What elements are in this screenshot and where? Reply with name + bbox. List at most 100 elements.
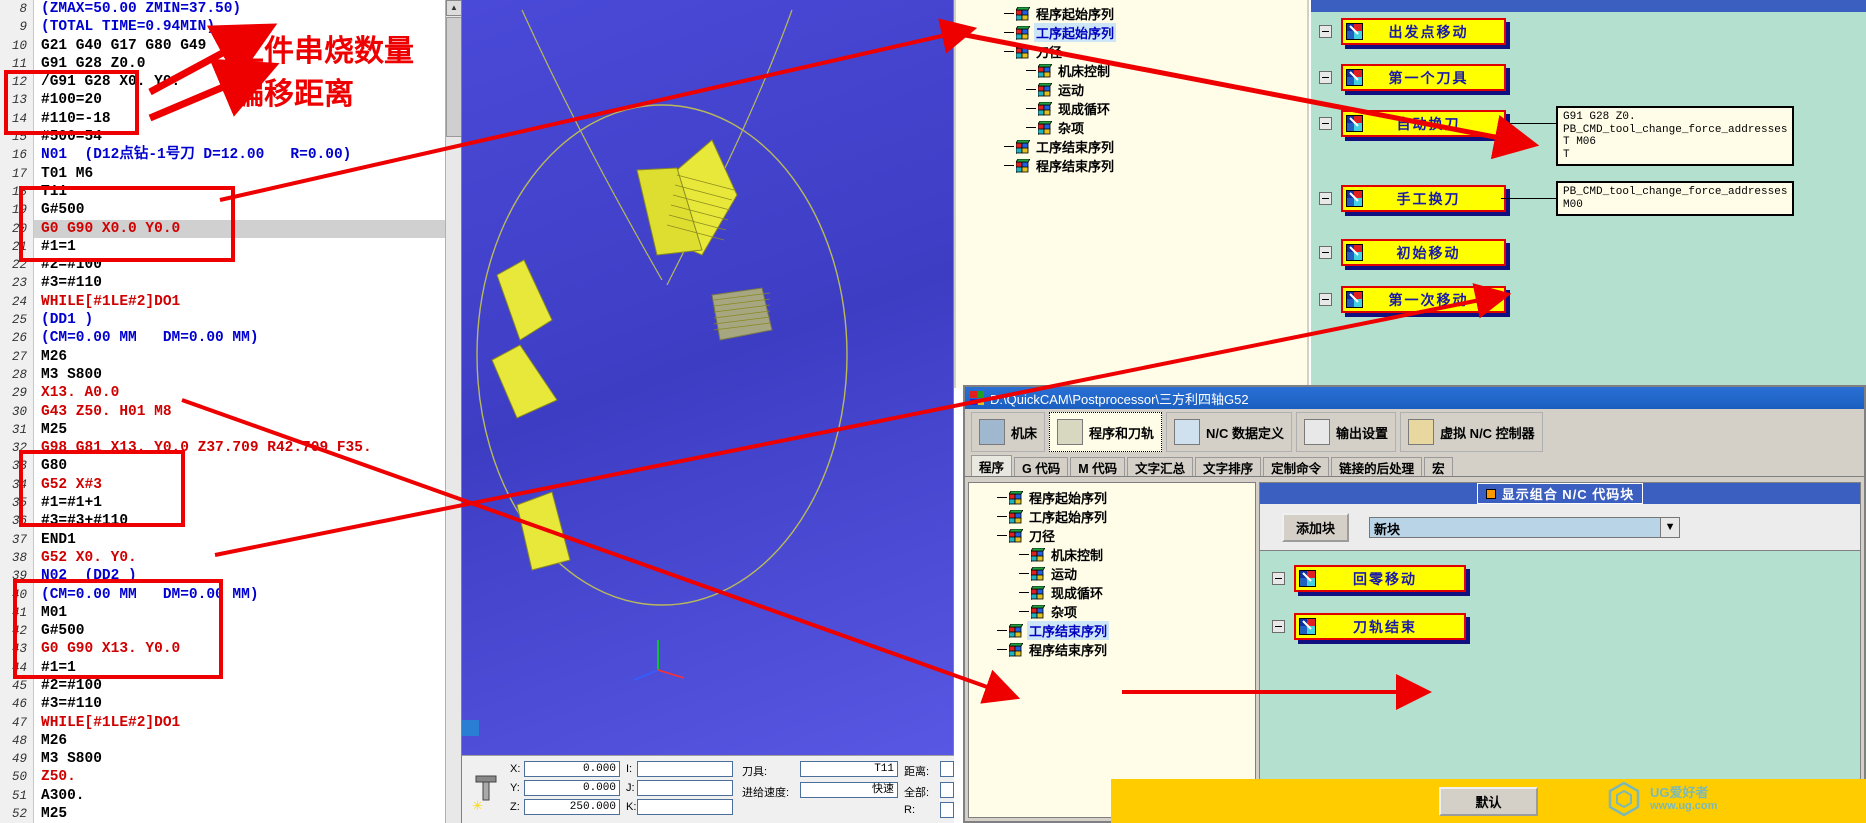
- toolbar-tab-3[interactable]: N/C 数据定义: [1166, 412, 1293, 452]
- postprocessor-titlebar[interactable]: D:\QuickCAM\Postprocessor\三方利四轴G52: [965, 387, 1864, 409]
- block-button[interactable]: 自动换刀: [1341, 110, 1506, 137]
- subtab-8[interactable]: 宏: [1424, 457, 1453, 476]
- collapse-icon[interactable]: [1272, 572, 1285, 585]
- gcode-line[interactable]: 29 X13. A0.0: [0, 384, 461, 403]
- block-controls[interactable]: 添加块 新块 ▼: [1260, 504, 1860, 550]
- gcode-line[interactable]: 24 WHILE[#1LE#2]DO1: [0, 292, 461, 312]
- toolbar-tab-4[interactable]: 输出设置: [1296, 412, 1397, 452]
- gcode-line[interactable]: 34 G52 X#3: [0, 475, 461, 495]
- toolbar-tab-5[interactable]: 虚拟 N/C 控制器: [1400, 412, 1543, 452]
- gcode-line[interactable]: 50 Z50.: [0, 768, 461, 787]
- gcode-line[interactable]: 19 G#500: [0, 201, 461, 220]
- subtab-7[interactable]: 链接的后处理: [1331, 457, 1423, 476]
- collapse-icon[interactable]: [1319, 192, 1332, 205]
- gcode-line[interactable]: 44 #1=1: [0, 658, 461, 677]
- collapse-icon[interactable]: [1319, 71, 1332, 84]
- gcode-line[interactable]: 14 #110=-18: [0, 109, 461, 129]
- gcode-line[interactable]: 13 #100=20: [0, 91, 461, 110]
- block-button[interactable]: 第一次移动: [1341, 286, 1506, 313]
- tree-item-0[interactable]: 程序起始序列: [956, 4, 1307, 23]
- block-button[interactable]: 刀轨结束: [1294, 613, 1466, 640]
- collapse-icon[interactable]: [1272, 620, 1285, 633]
- block-row[interactable]: 自动换刀: [1319, 110, 1506, 137]
- gcode-line[interactable]: 21 #1=1: [0, 237, 461, 257]
- block-combo[interactable]: 新块 ▼: [1369, 516, 1681, 538]
- gcode-line[interactable]: 18 T11: [0, 182, 461, 202]
- tree-item-2[interactable]: 刀径: [956, 42, 1307, 61]
- status-j-field[interactable]: [637, 780, 733, 796]
- gcode-line[interactable]: 42 G#500: [0, 622, 461, 641]
- 3d-toolpath-viewport[interactable]: [462, 0, 954, 823]
- status-k-field[interactable]: [637, 799, 733, 815]
- tree-item-7[interactable]: 工序结束序列: [969, 621, 1255, 640]
- status-distance-field[interactable]: [940, 761, 954, 777]
- status-all-field[interactable]: [940, 782, 954, 798]
- postprocessor-toolbar[interactable]: 机床 程序和刀轨 N/C 数据定义 输出设置 虚拟 N/C 控制器: [965, 409, 1864, 455]
- collapse-icon[interactable]: [1319, 293, 1332, 306]
- gcode-line[interactable]: 22 #2=#100: [0, 256, 461, 275]
- tree-item-1[interactable]: 工序起始序列: [956, 23, 1307, 42]
- tree-item-1[interactable]: 工序起始序列: [969, 507, 1255, 526]
- gcode-line[interactable]: 17 T01 M6: [0, 164, 461, 183]
- block-row[interactable]: 回零移动: [1272, 565, 1466, 592]
- gcode-line[interactable]: 51 A300.: [0, 786, 461, 806]
- gcode-line[interactable]: 31 M25: [0, 420, 461, 440]
- scrollbar-thumb[interactable]: [446, 17, 461, 137]
- gcode-line[interactable]: 20 G0 G90 X0.0 Y0.0: [0, 219, 461, 238]
- gcode-line[interactable]: 38 G52 X0. Y0.: [0, 548, 461, 568]
- status-x-field[interactable]: 0.000: [524, 761, 620, 777]
- subtab-6[interactable]: 定制命令: [1263, 457, 1330, 476]
- gcode-line[interactable]: 25 (DD1 ): [0, 311, 461, 330]
- tree-item-3[interactable]: 机床控制: [969, 545, 1255, 564]
- top-sequence-tree[interactable]: 程序起始序列 工序起始序列 刀径 机床控制 运动 现成循环 杂项 工序结束序列 程序结束序列: [954, 0, 1309, 388]
- gcode-line[interactable]: 33 G80: [0, 457, 461, 476]
- gcode-line-list[interactable]: 8 (ZMAX=50.00 ZMIN=37.50) 9 (TOTAL TIME=0.9…: [0, 0, 461, 823]
- tree-item-6[interactable]: 杂项: [969, 602, 1255, 621]
- gcode-line[interactable]: 8 (ZMAX=50.00 ZMIN=37.50): [0, 0, 461, 19]
- tree-item-8[interactable]: 程序结束序列: [956, 156, 1307, 175]
- chevron-down-icon[interactable]: ▼: [1661, 516, 1681, 538]
- block-row[interactable]: 第一个刀具: [1319, 64, 1506, 91]
- tree-item-2[interactable]: 刀径: [969, 526, 1255, 545]
- postprocessor-window[interactable]: D:\QuickCAM\Postprocessor\三方利四轴G52 机床 程序和…: [963, 385, 1866, 823]
- tree-item-6[interactable]: 杂项: [956, 118, 1307, 137]
- subtab-2[interactable]: G 代码: [1014, 457, 1069, 476]
- block-row[interactable]: 初始移动: [1319, 239, 1506, 266]
- toolbar-tab-1[interactable]: 机床: [971, 412, 1046, 452]
- block-button[interactable]: 回零移动: [1294, 565, 1466, 592]
- block-row[interactable]: 手工换刀: [1319, 185, 1506, 212]
- top-block-panel[interactable]: 出发点移动 第一个刀具 自动换刀 G91 G28 Z0. PB_CMD_tool_ch…: [1311, 0, 1866, 388]
- gcode-line[interactable]: 27 M26: [0, 347, 461, 366]
- tree-item-4[interactable]: 运动: [969, 564, 1255, 583]
- gcode-line[interactable]: 28 M3 S800: [0, 365, 461, 385]
- postprocessor-sequence-tree-list[interactable]: 程序起始序列 工序起始序列 刀径 机床控制 运动 现成循环 杂项 工序结束序列 程序结束序列: [969, 488, 1255, 659]
- gcode-editor[interactable]: 8 (ZMAX=50.00 ZMIN=37.50) 9 (TOTAL TIME=0.9…: [0, 0, 462, 823]
- collapse-icon[interactable]: [1319, 246, 1332, 259]
- tree-item-4[interactable]: 运动: [956, 80, 1307, 99]
- gcode-line[interactable]: 30 G43 Z50. H01 M8: [0, 402, 461, 421]
- tree-item-0[interactable]: 程序起始序列: [969, 488, 1255, 507]
- tree-item-8[interactable]: 程序结束序列: [969, 640, 1255, 659]
- toolbar-tab-2[interactable]: 程序和刀轨: [1049, 412, 1163, 452]
- block-combo-value[interactable]: 新块: [1369, 516, 1662, 538]
- tree-item-3[interactable]: 机床控制: [956, 61, 1307, 80]
- tree-item-5[interactable]: 现成循环: [969, 583, 1255, 602]
- postprocessor-subtabs[interactable]: 程序 G 代码 M 代码 文字汇总 文字排序 定制命令 链接的后处理宏: [965, 455, 1864, 477]
- editor-vertical-scrollbar[interactable]: ▲: [445, 0, 461, 823]
- gcode-line[interactable]: 46 #3=#110: [0, 695, 461, 714]
- subtab-3[interactable]: M 代码: [1070, 457, 1126, 476]
- collapse-icon[interactable]: [1319, 25, 1332, 38]
- status-tool-field[interactable]: T11: [800, 761, 898, 777]
- subtab-4[interactable]: 文字汇总: [1127, 457, 1194, 476]
- gcode-line[interactable]: 39 N02 (DD2 ): [0, 567, 461, 586]
- gcode-line[interactable]: 48 M26: [0, 731, 461, 751]
- block-row[interactable]: 出发点移动: [1319, 18, 1506, 45]
- gcode-line[interactable]: 16 N01 (D12点钻-1号刀 D=12.00 R=0.00): [0, 146, 461, 165]
- gcode-line[interactable]: 40 (CM=0.00 MM DM=0.00 MM): [0, 585, 461, 604]
- gcode-line[interactable]: 49 M3 S800: [0, 750, 461, 769]
- status-y-field[interactable]: 0.000: [524, 780, 620, 796]
- subtab-5[interactable]: 文字排序: [1195, 457, 1262, 476]
- status-z-field[interactable]: 250.000: [524, 799, 620, 815]
- gcode-line[interactable]: 45 #2=#100: [0, 676, 461, 696]
- block-button[interactable]: 初始移动: [1341, 239, 1506, 266]
